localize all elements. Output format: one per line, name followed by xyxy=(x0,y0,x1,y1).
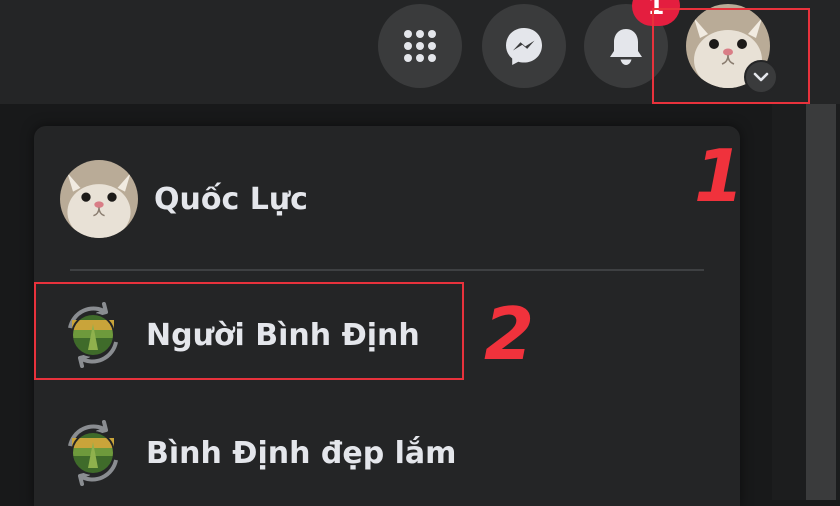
scrollbar[interactable] xyxy=(806,104,836,500)
annotation-box-step-1 xyxy=(652,8,810,104)
annotation-step-2: 2 xyxy=(484,292,535,376)
profile-name: Quốc Lực xyxy=(154,181,308,217)
menu-button[interactable] xyxy=(378,4,462,88)
grid-dots-icon xyxy=(400,26,440,66)
menu-divider xyxy=(70,269,704,271)
page-switch-icon xyxy=(60,420,126,486)
messenger-icon xyxy=(503,25,545,67)
profile-item[interactable]: Quốc Lực xyxy=(60,160,308,238)
bell-icon xyxy=(606,25,646,67)
page-name: Bình Định đẹp lắm xyxy=(146,435,457,471)
profile-avatar xyxy=(60,160,138,238)
messenger-button[interactable] xyxy=(482,4,566,88)
annotation-box-step-2 xyxy=(34,282,464,380)
annotation-step-1: 1 xyxy=(694,134,745,218)
page-item-binh-dinh-dep-lam[interactable]: Bình Định đẹp lắm xyxy=(60,420,456,486)
